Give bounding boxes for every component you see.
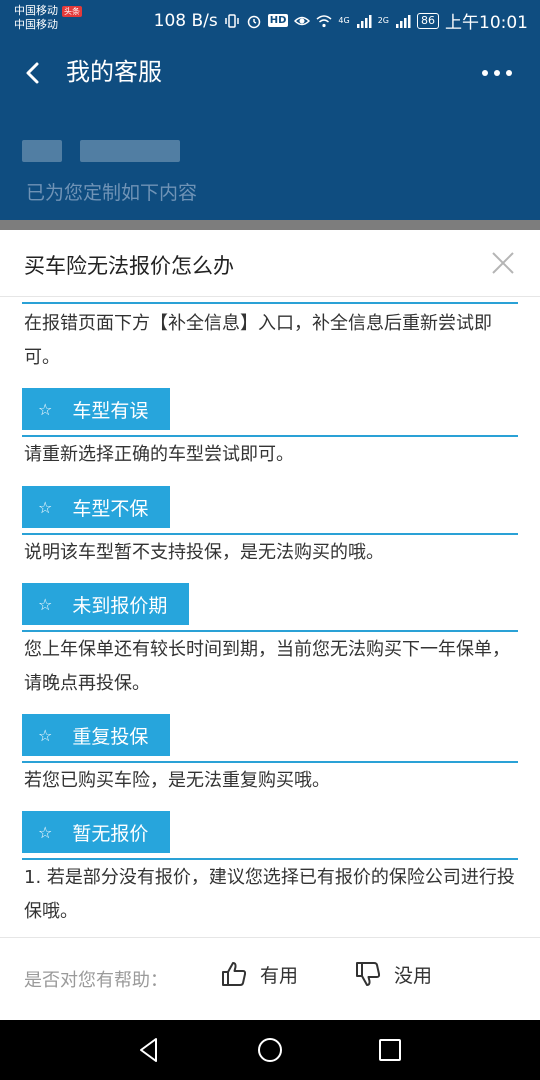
more-options-button[interactable] — [482, 66, 518, 80]
hd-badge: HD — [267, 14, 289, 27]
battery-indicator: 86 — [417, 12, 439, 29]
thumbs-down-icon — [356, 962, 381, 986]
star-icon: ☆ — [38, 497, 53, 517]
star-icon: ☆ — [38, 594, 53, 614]
news-app-icon: 头条 — [62, 5, 82, 17]
blurred-username — [22, 140, 62, 162]
page-title: 我的客服 — [66, 58, 162, 86]
not-useful-label: 没用 — [394, 964, 433, 987]
answer-text: 若您已购买车险，是无法重复购买哦。 — [24, 770, 330, 791]
signal-icon — [356, 14, 372, 28]
star-icon: ☆ — [38, 725, 53, 745]
section-divider — [22, 630, 518, 632]
battery-level: 86 — [421, 14, 435, 27]
feedback-bar: 是否对您有帮助： 有用 没用 — [0, 938, 540, 1020]
carrier-info: 中国移动 头条 中国移动 — [14, 4, 82, 32]
network-type-2: 2G — [377, 16, 389, 25]
header-subtitle: 已为您定制如下内容 — [26, 182, 198, 204]
answer-text: 您上年保单还有较长时间到期，当前您无法购买下一年保单，请晚点再投保。 — [24, 639, 510, 694]
vibrate-icon — [224, 13, 239, 28]
tag-model-not-insured: ☆ 车型不保 — [22, 486, 171, 528]
answer-text: 请重新选择正确的车型尝试即可。 — [24, 444, 294, 465]
back-icon[interactable] — [18, 58, 48, 88]
alarm-icon — [247, 15, 260, 28]
section-divider — [22, 302, 518, 304]
thumbs-up-icon — [222, 962, 247, 986]
answer-text: 1. 若是部分没有报价，建议您选择已有报价的保险公司进行投保哦。 — [24, 867, 515, 922]
dialog-title: 买车险无法报价怎么办 — [24, 254, 234, 278]
star-icon: ☆ — [38, 822, 53, 842]
tag-label: 车型不保 — [72, 497, 149, 520]
app-header: 我的客服 已为您定制如下内容 — [0, 38, 540, 220]
close-icon[interactable] — [490, 250, 516, 276]
answer-content[interactable]: 在报错页面下方【补全信息】入口，补全信息后重新尝试即可。 ☆ 车型有误 请重新选择… — [0, 297, 540, 937]
tag-label: 车型有误 — [72, 399, 149, 422]
net-speed: 108 B/s — [153, 10, 218, 31]
nav-home-icon[interactable] — [254, 1034, 286, 1066]
dot-icon — [494, 70, 500, 76]
section-divider — [22, 533, 518, 535]
network-type-1: 4G — [338, 16, 350, 25]
answer-text: 在报错页面下方【补全信息】入口，补全信息后重新尝试即可。 — [24, 313, 492, 368]
carrier-1: 中国移动 — [14, 4, 58, 17]
status-icons: 108 B/s HD 4G 2G 86 上午10:01 — [153, 8, 528, 34]
dot-icon — [506, 70, 512, 76]
tag-no-quote: ☆ 暂无报价 — [22, 811, 171, 853]
star-icon: ☆ — [38, 399, 53, 419]
system-nav-bar — [0, 1020, 540, 1080]
tag-label: 暂无报价 — [72, 822, 149, 845]
nav-back-icon[interactable] — [134, 1034, 166, 1066]
tag-not-quote-period: ☆ 未到报价期 — [22, 583, 190, 625]
useful-button[interactable]: 有用 — [220, 960, 298, 988]
tag-duplicate-insurance: ☆ 重复投保 — [22, 714, 171, 756]
blurred-user-info — [80, 140, 180, 162]
tag-label: 重复投保 — [72, 725, 149, 748]
feedback-question: 是否对您有帮助： — [24, 970, 168, 991]
carrier-2: 中国移动 — [14, 18, 58, 31]
section-divider — [22, 435, 518, 437]
answer-text: 说明该车型暂不支持投保，是无法购买的哦。 — [24, 542, 384, 563]
tag-wrong-model: ☆ 车型有误 — [22, 388, 171, 430]
dot-icon — [482, 70, 488, 76]
nav-recents-icon[interactable] — [374, 1034, 406, 1066]
divider-strip — [0, 220, 540, 230]
not-useful-button[interactable]: 没用 — [354, 960, 432, 988]
wifi-icon — [316, 14, 332, 27]
clock: 上午10:01 — [445, 13, 528, 33]
useful-label: 有用 — [260, 964, 299, 987]
section-divider — [22, 761, 518, 763]
eye-icon — [294, 16, 311, 25]
section-divider — [22, 858, 518, 860]
tag-label: 未到报价期 — [72, 594, 168, 617]
status-bar: 中国移动 头条 中国移动 108 B/s HD 4G 2G 86 上午10:01 — [0, 0, 540, 38]
signal-2-icon — [396, 14, 411, 28]
